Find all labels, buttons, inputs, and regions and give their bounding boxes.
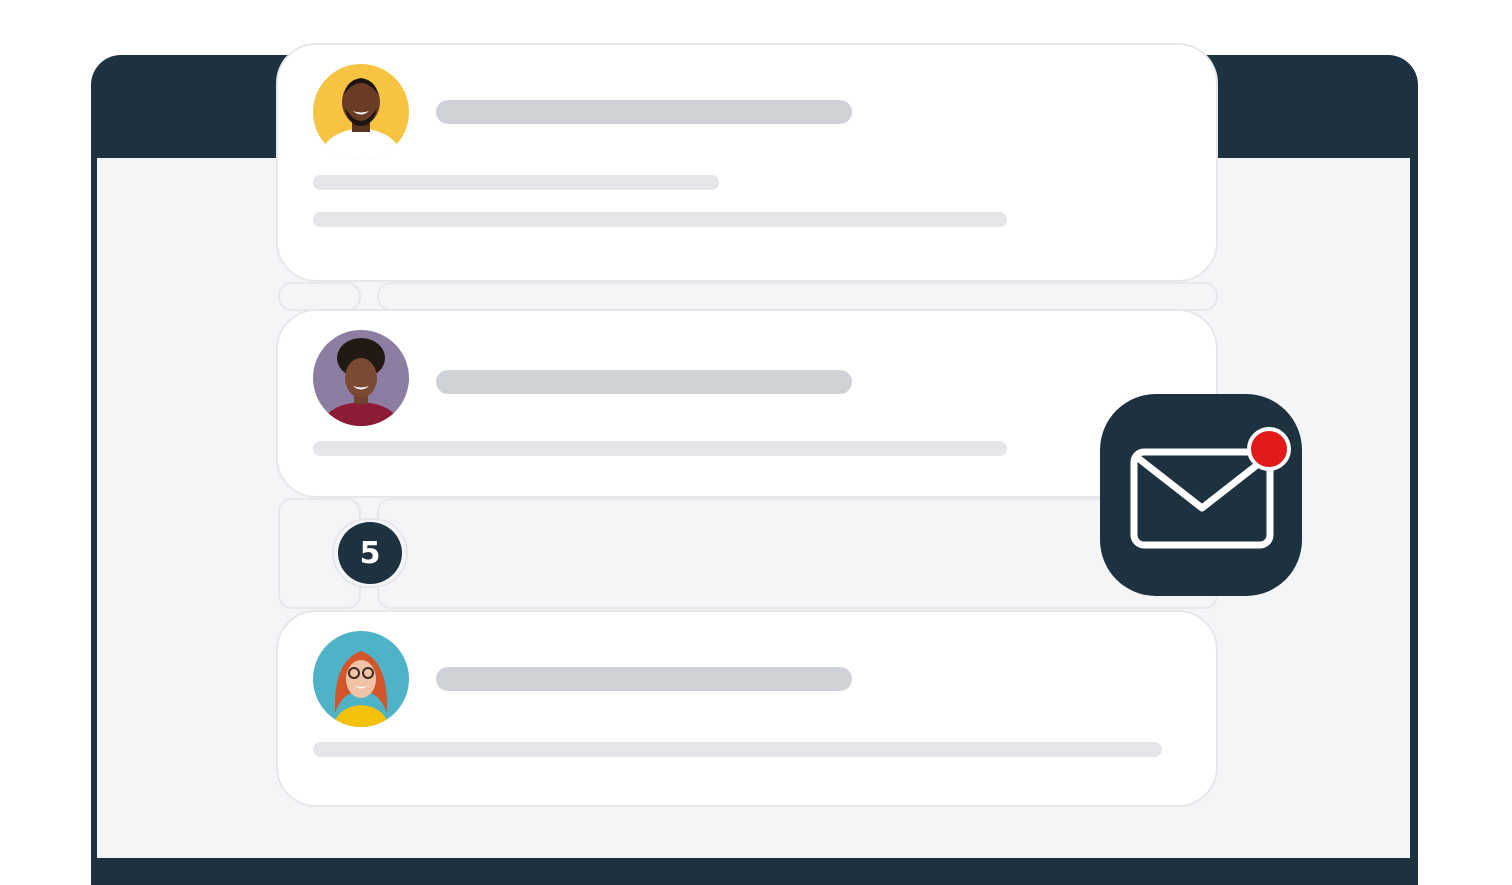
avatar-woman-glasses-teal-background-icon (313, 631, 409, 727)
sender-name-placeholder (436, 100, 852, 124)
message-card-2[interactable] (276, 309, 1218, 498)
mail-app-button[interactable] (1100, 394, 1302, 596)
avatar-man-yellow-background-icon (313, 64, 409, 160)
avatar-woman-purple-background-icon (313, 330, 409, 426)
notification-dot-icon (1247, 427, 1291, 471)
thread-connector (278, 282, 361, 311)
thread-connector (377, 282, 1218, 311)
message-line-placeholder (313, 175, 719, 190)
sender-name-placeholder (436, 370, 852, 394)
message-line-placeholder (313, 212, 1007, 227)
thread-connector (377, 498, 1218, 609)
message-line-placeholder (313, 742, 1162, 757)
message-line-placeholder (313, 441, 1007, 456)
envelope-icon (1130, 427, 1291, 549)
message-card-3[interactable] (276, 610, 1218, 807)
collapsed-messages-count[interactable]: 5 (338, 522, 402, 584)
message-card-1[interactable] (276, 43, 1218, 282)
sender-name-placeholder (436, 667, 852, 691)
